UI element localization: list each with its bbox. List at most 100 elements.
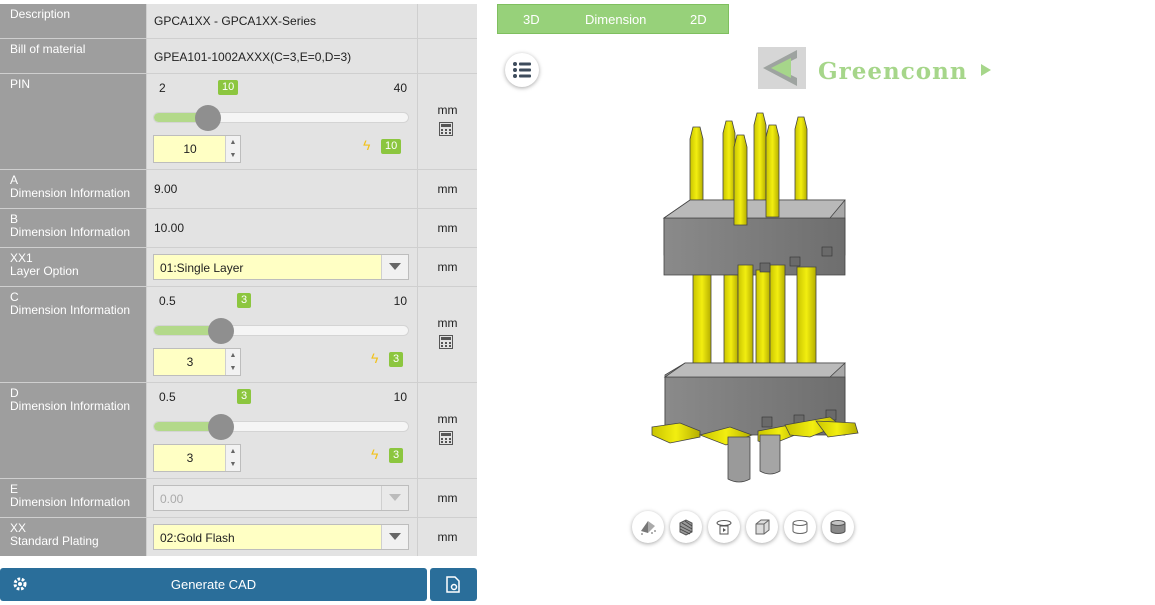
- lightning-icon: ϟ: [371, 350, 379, 366]
- logo-arrow-icon: [981, 64, 991, 76]
- pin-fast-badge[interactable]: 10: [381, 139, 402, 154]
- calculator-icon[interactable]: [439, 122, 453, 136]
- c-sublabel: Dimension Information: [10, 303, 131, 317]
- cylinder-solid-icon: [830, 520, 846, 534]
- chevron-down-icon[interactable]: [381, 525, 408, 549]
- xx1-unit: mm: [437, 260, 458, 274]
- c-unit: mm: [437, 316, 458, 330]
- pin-stepper[interactable]: 10 ▲ ▼: [153, 135, 241, 163]
- d-slider-thumb[interactable]: [207, 414, 234, 440]
- xx-label: XX: [10, 521, 27, 535]
- description-label: Description: [0, 4, 147, 38]
- c-increment[interactable]: ▲: [225, 349, 240, 362]
- pin-unit: mm: [437, 103, 458, 117]
- bom-value: GPEA101-1002AXXX(C=3,E=0,D=3): [154, 50, 352, 64]
- row-xx: XX Standard Plating 02:Gold Flash mm: [0, 518, 477, 556]
- c-stepper[interactable]: 3 ▲ ▼: [153, 348, 241, 376]
- pin-decrement[interactable]: ▼: [225, 149, 240, 162]
- download-file-button[interactable]: [430, 568, 477, 601]
- d-stepper[interactable]: 3 ▲ ▼: [153, 444, 241, 472]
- list-menu-button[interactable]: [505, 53, 539, 87]
- d-value-badge: 3: [237, 389, 252, 404]
- tab-3d[interactable]: 3D: [523, 12, 540, 27]
- d-unit: mm: [437, 412, 458, 426]
- row-description: Description GPCA1XX - GPCA1XX-Series: [0, 4, 477, 39]
- c-fast-badge[interactable]: 3: [389, 352, 404, 367]
- d-sublabel: Dimension Information: [10, 399, 131, 413]
- lightning-icon: ϟ: [371, 446, 379, 462]
- pin-max: 40: [393, 81, 407, 95]
- e-label: E: [10, 482, 19, 496]
- pin-slider-track[interactable]: [153, 105, 409, 131]
- lightning-icon: ϟ: [363, 137, 371, 153]
- bom-label: Bill of material: [0, 39, 147, 73]
- row-bom: Bill of material GPEA101-1002AXXX(C=3,E=…: [0, 39, 477, 74]
- pin-label: PIN: [0, 74, 147, 169]
- rotate-view-button[interactable]: [708, 511, 740, 543]
- row-e: E Dimension Information 0.00 mm: [0, 479, 477, 518]
- view-tabs: 3D Dimension 2D: [497, 4, 729, 34]
- section-view-button[interactable]: [670, 511, 702, 543]
- layer-option-select[interactable]: 01:Single Layer: [153, 254, 409, 280]
- cylinder-outline-icon: [792, 520, 808, 534]
- row-c: C Dimension Information 0.5 10 3 3 ▲ ▼ ϟ …: [0, 287, 477, 383]
- plating-select[interactable]: 02:Gold Flash: [153, 524, 409, 550]
- c-input[interactable]: 3: [154, 355, 226, 369]
- chevron-down-icon: [381, 486, 408, 510]
- row-xx1: XX1 Layer Option 01:Single Layer mm: [0, 248, 477, 287]
- d-fast-badge[interactable]: 3: [389, 448, 404, 463]
- generate-cad-button[interactable]: Generate CAD: [0, 568, 427, 601]
- explode-icon: [641, 521, 656, 535]
- explode-view-button[interactable]: [632, 511, 664, 543]
- solid-view-button[interactable]: [822, 511, 854, 543]
- c-slider-thumb[interactable]: [207, 318, 234, 344]
- xx-sublabel: Standard Plating: [10, 534, 99, 548]
- pin-min: 2: [159, 81, 166, 95]
- row-b: B Dimension Information 10.00 mm: [0, 209, 477, 248]
- xx1-sublabel: Layer Option: [10, 264, 79, 278]
- d-slider-track[interactable]: [153, 414, 409, 440]
- calculator-icon[interactable]: [439, 431, 453, 445]
- xx1-label: XX1: [10, 251, 33, 265]
- c-max: 10: [393, 294, 407, 308]
- row-d: D Dimension Information 0.5 10 3 3 ▲ ▼ ϟ …: [0, 383, 477, 479]
- d-max: 10: [393, 390, 407, 404]
- xx-unit: mm: [437, 530, 458, 544]
- c-decrement[interactable]: ▼: [225, 362, 240, 375]
- pin-input[interactable]: 10: [154, 142, 226, 156]
- b-sublabel: Dimension Information: [10, 225, 131, 239]
- e-select: 0.00: [153, 485, 409, 511]
- row-pin: PIN 2 40 10 10 ▲ ▼ ϟ 10 mm: [0, 74, 477, 170]
- box-view-icon: [755, 519, 770, 535]
- c-value-badge: 3: [237, 293, 252, 308]
- row-a: A Dimension Information 9.00 mm: [0, 170, 477, 209]
- d-min: 0.5: [159, 390, 176, 404]
- box-view-button[interactable]: [746, 511, 778, 543]
- a-label: A: [10, 173, 19, 187]
- section-icon: [679, 519, 693, 536]
- logo-text: Greenconn: [818, 58, 968, 85]
- d-input[interactable]: 3: [154, 451, 226, 465]
- c-label: C: [10, 290, 19, 304]
- tab-dimension[interactable]: Dimension: [585, 12, 646, 27]
- pin-value-badge: 10: [218, 80, 239, 95]
- calculator-icon[interactable]: [439, 335, 453, 349]
- wireframe-view-button[interactable]: [784, 511, 816, 543]
- a-value: 9.00: [154, 182, 178, 196]
- file-settings-icon: [446, 576, 460, 596]
- config-table: Description GPCA1XX - GPCA1XX-Series Bil…: [0, 4, 477, 556]
- chevron-down-icon[interactable]: [381, 255, 408, 279]
- connector-3d-model[interactable]: [640, 105, 870, 490]
- list-icon: [513, 62, 531, 78]
- d-increment[interactable]: ▲: [225, 445, 240, 458]
- a-unit: mm: [437, 182, 458, 196]
- d-label: D: [10, 386, 19, 400]
- tab-2d[interactable]: 2D: [690, 12, 707, 27]
- pin-slider-thumb[interactable]: [194, 105, 221, 131]
- greenconn-logo: Greenconn: [757, 46, 991, 93]
- c-min: 0.5: [159, 294, 176, 308]
- rotate-icon: [716, 520, 732, 535]
- c-slider-track[interactable]: [153, 318, 409, 344]
- d-decrement[interactable]: ▼: [225, 458, 240, 471]
- pin-increment[interactable]: ▲: [225, 136, 240, 149]
